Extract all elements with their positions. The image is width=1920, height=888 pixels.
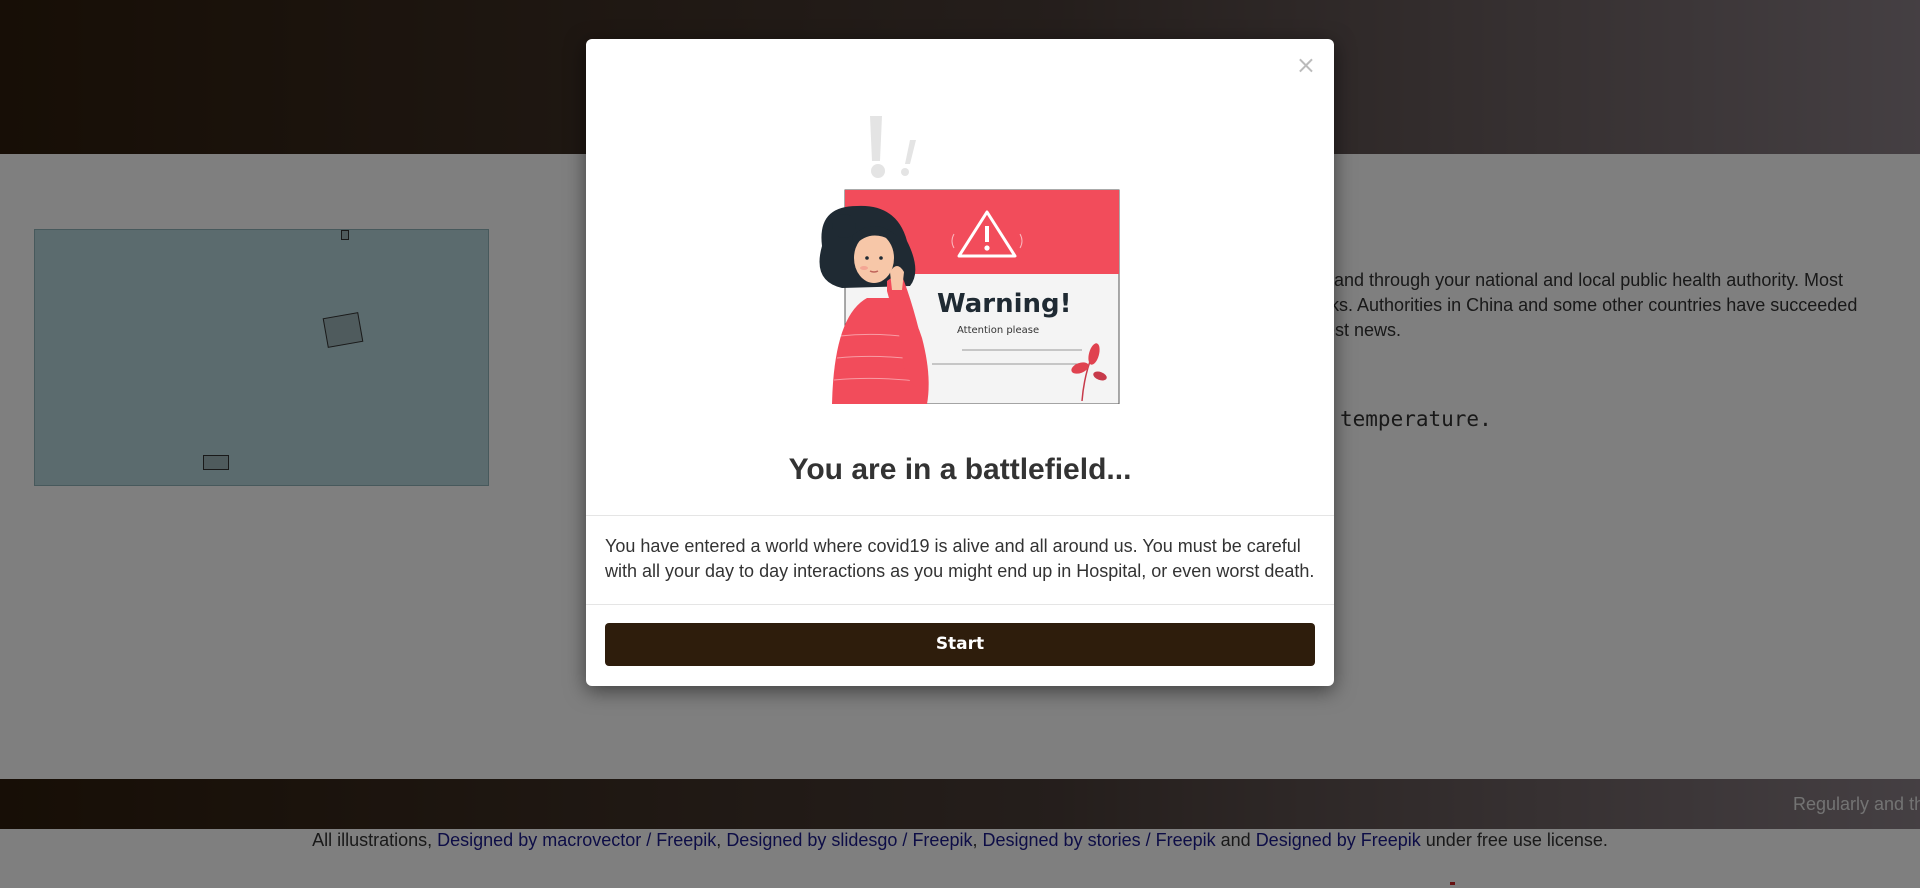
modal-body: You have entered a world where covid19 i… bbox=[605, 536, 1315, 581]
start-button[interactable]: Start bbox=[605, 623, 1315, 666]
intro-modal: × Warning! Attention please You are in a… bbox=[586, 39, 1334, 686]
modal-title: You are in a battlefield... bbox=[788, 453, 1132, 486]
warning-heading: Warning! bbox=[937, 289, 1072, 319]
warning-illustration: Warning! Attention please bbox=[819, 116, 1120, 404]
divider bbox=[586, 604, 1334, 605]
close-icon[interactable]: × bbox=[1296, 53, 1316, 77]
warning-subheading: Attention please bbox=[957, 325, 1039, 336]
divider bbox=[586, 515, 1334, 516]
